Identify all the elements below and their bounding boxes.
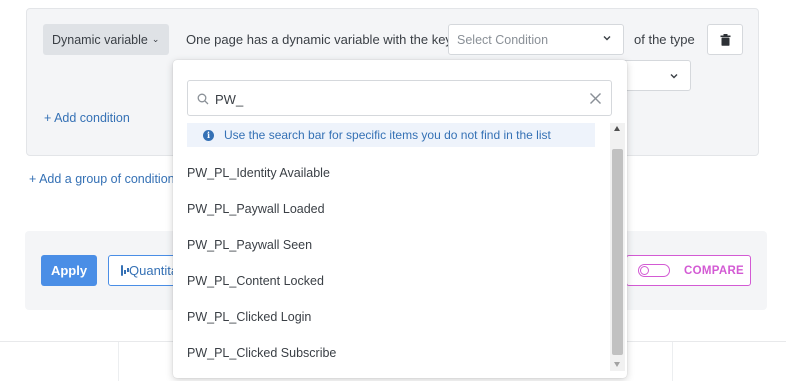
- page-root: Dynamic variable ⌄ One page has a dynami…: [0, 0, 786, 381]
- list-item[interactable]: PW_PL_Clicked Subscribe: [173, 335, 609, 371]
- condition-description: One page has a dynamic variable with the…: [186, 32, 452, 47]
- add-condition-link[interactable]: + Add condition: [44, 111, 130, 125]
- divider: [672, 342, 673, 381]
- bar-chart-icon: [121, 265, 126, 276]
- list-item[interactable]: PW_PL_Identity Available: [173, 155, 609, 191]
- compare-label: COMPARE: [684, 264, 745, 277]
- search-icon: [197, 93, 209, 105]
- dropdown-search-input[interactable]: [215, 89, 575, 109]
- scroll-down-arrow-icon[interactable]: [614, 362, 620, 367]
- list-item[interactable]: PW_PL_Paywall Seen: [173, 227, 609, 263]
- list-item[interactable]: PW_PL_Paywall Loaded: [173, 191, 609, 227]
- type-label: of the type: [634, 32, 695, 47]
- add-condition-group-link[interactable]: + Add a group of conditions: [29, 172, 181, 186]
- type-select[interactable]: [620, 60, 691, 91]
- scrollbar-thumb[interactable]: [612, 149, 623, 355]
- key-select-placeholder: Select Condition: [457, 32, 549, 47]
- dropdown-search-box: [187, 80, 612, 116]
- list-item[interactable]: PW_PL_Content Locked: [173, 263, 609, 299]
- key-select[interactable]: Select Condition: [448, 24, 624, 55]
- option-list: PW_PL_Identity Available PW_PL_Paywall L…: [173, 155, 609, 371]
- key-dropdown-menu: i Use the search bar for specific items …: [173, 60, 627, 378]
- chevron-down-icon: [603, 36, 611, 41]
- compare-toggle[interactable]: [638, 264, 670, 277]
- apply-button[interactable]: Apply: [41, 255, 97, 286]
- trash-icon: [720, 33, 730, 46]
- scroll-up-arrow-icon[interactable]: [614, 126, 620, 131]
- toggle-knob: [640, 266, 649, 275]
- list-item[interactable]: PW_PL_Clicked Login: [173, 299, 609, 335]
- compare-button[interactable]: COMPARE: [626, 255, 751, 286]
- dropdown-scrollbar[interactable]: [610, 123, 625, 371]
- info-text: Use the search bar for specific items yo…: [224, 128, 551, 142]
- chevron-down-icon: ⌄: [151, 34, 160, 44]
- search-info-banner: i Use the search bar for specific items …: [187, 123, 595, 147]
- chevron-down-icon: [670, 74, 678, 79]
- divider: [118, 342, 119, 381]
- close-icon[interactable]: [589, 92, 602, 105]
- info-icon: i: [203, 129, 214, 141]
- delete-condition-button[interactable]: [707, 24, 743, 55]
- variable-type-dropdown[interactable]: Dynamic variable ⌄: [43, 24, 169, 55]
- variable-type-label: Dynamic variable: [52, 32, 148, 47]
